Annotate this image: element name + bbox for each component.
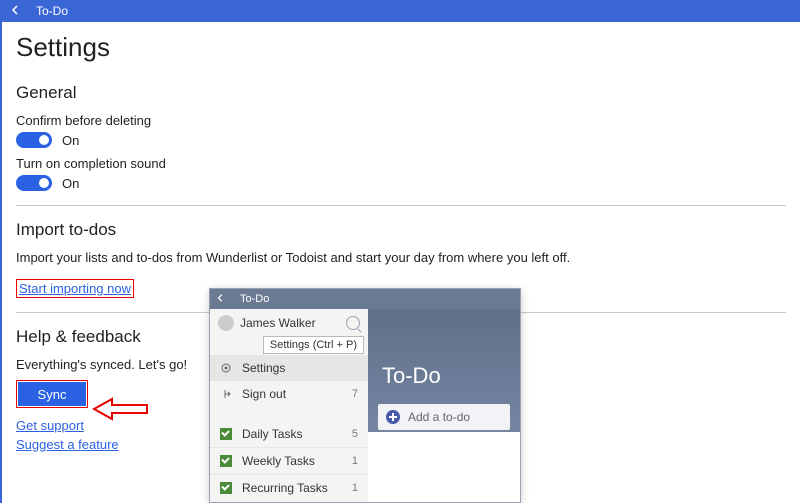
divider <box>16 205 786 206</box>
titlebar: To-Do <box>2 0 800 22</box>
checkbox-icon <box>220 455 232 467</box>
plus-icon <box>386 410 400 424</box>
list-item[interactable]: Weekly Tasks 1 <box>210 447 368 474</box>
list-item-label: Recurring Tasks <box>242 481 328 495</box>
checkbox-icon <box>220 482 232 494</box>
confirm-delete-label: Confirm before deleting <box>16 113 786 128</box>
overlay-back-icon[interactable] <box>216 293 226 306</box>
section-import-heading: Import to-dos <box>16 220 786 240</box>
start-importing-link[interactable]: Start importing now <box>19 281 131 296</box>
completion-sound-toggle[interactable] <box>16 175 52 191</box>
overlay-add-placeholder: Add a to-do <box>408 410 470 424</box>
overlay-sidebar-count: 7 <box>352 388 358 400</box>
overlay-main-title: To-Do <box>368 309 520 389</box>
overlay-app-title: To-Do <box>240 293 269 305</box>
overlay-user-row[interactable]: James Walker <box>210 309 368 337</box>
overlay-add-bar[interactable]: Add a to-do <box>378 404 510 430</box>
list-item-count: 1 <box>352 455 358 467</box>
checkbox-icon <box>220 428 232 440</box>
gear-icon <box>220 362 232 374</box>
list-item-count: 1 <box>352 482 358 494</box>
page-title: Settings <box>16 32 786 63</box>
list-item-label: Daily Tasks <box>242 427 302 441</box>
list-item[interactable]: Recurring Tasks 1 <box>210 474 368 501</box>
overlay-menu-settings[interactable]: Settings <box>210 355 368 381</box>
sync-button[interactable]: Sync <box>18 382 86 406</box>
overlay-screenshot: To-Do James Walker Settings (Ctrl + P) S… <box>209 288 521 503</box>
list-item-count: 5 <box>352 428 358 440</box>
avatar <box>218 315 234 331</box>
overlay-username: James Walker <box>240 316 316 330</box>
back-icon[interactable] <box>10 4 22 19</box>
overlay-mainpane: To-Do Add a to-do <box>368 309 520 502</box>
overlay-tooltip: Settings (Ctrl + P) <box>263 336 364 354</box>
signout-icon <box>220 388 232 400</box>
confirm-delete-toggle[interactable] <box>16 132 52 148</box>
import-description: Import your lists and to-dos from Wunder… <box>16 250 776 265</box>
overlay-menu-signout[interactable]: Sign out 7 <box>210 381 368 407</box>
app-title: To-Do <box>36 4 68 18</box>
completion-sound-label: Turn on completion sound <box>16 156 786 171</box>
annotation-arrow-sync <box>92 394 152 424</box>
overlay-menu-settings-label: Settings <box>242 361 285 375</box>
overlay-menu-signout-label: Sign out <box>242 387 286 401</box>
highlight-sync: Sync <box>16 380 88 408</box>
confirm-delete-state: On <box>62 133 79 148</box>
overlay-titlebar: To-Do <box>210 289 520 309</box>
completion-sound-state: On <box>62 176 79 191</box>
list-item[interactable]: Daily Tasks 5 <box>210 421 368 447</box>
search-icon[interactable] <box>346 316 360 330</box>
section-general-heading: General <box>16 83 786 103</box>
list-item-label: Weekly Tasks <box>242 454 315 468</box>
overlay-blank-area <box>368 432 520 502</box>
highlight-start-importing: Start importing now <box>16 279 134 298</box>
overlay-sidepanel: James Walker Settings (Ctrl + P) Setting… <box>210 309 368 502</box>
